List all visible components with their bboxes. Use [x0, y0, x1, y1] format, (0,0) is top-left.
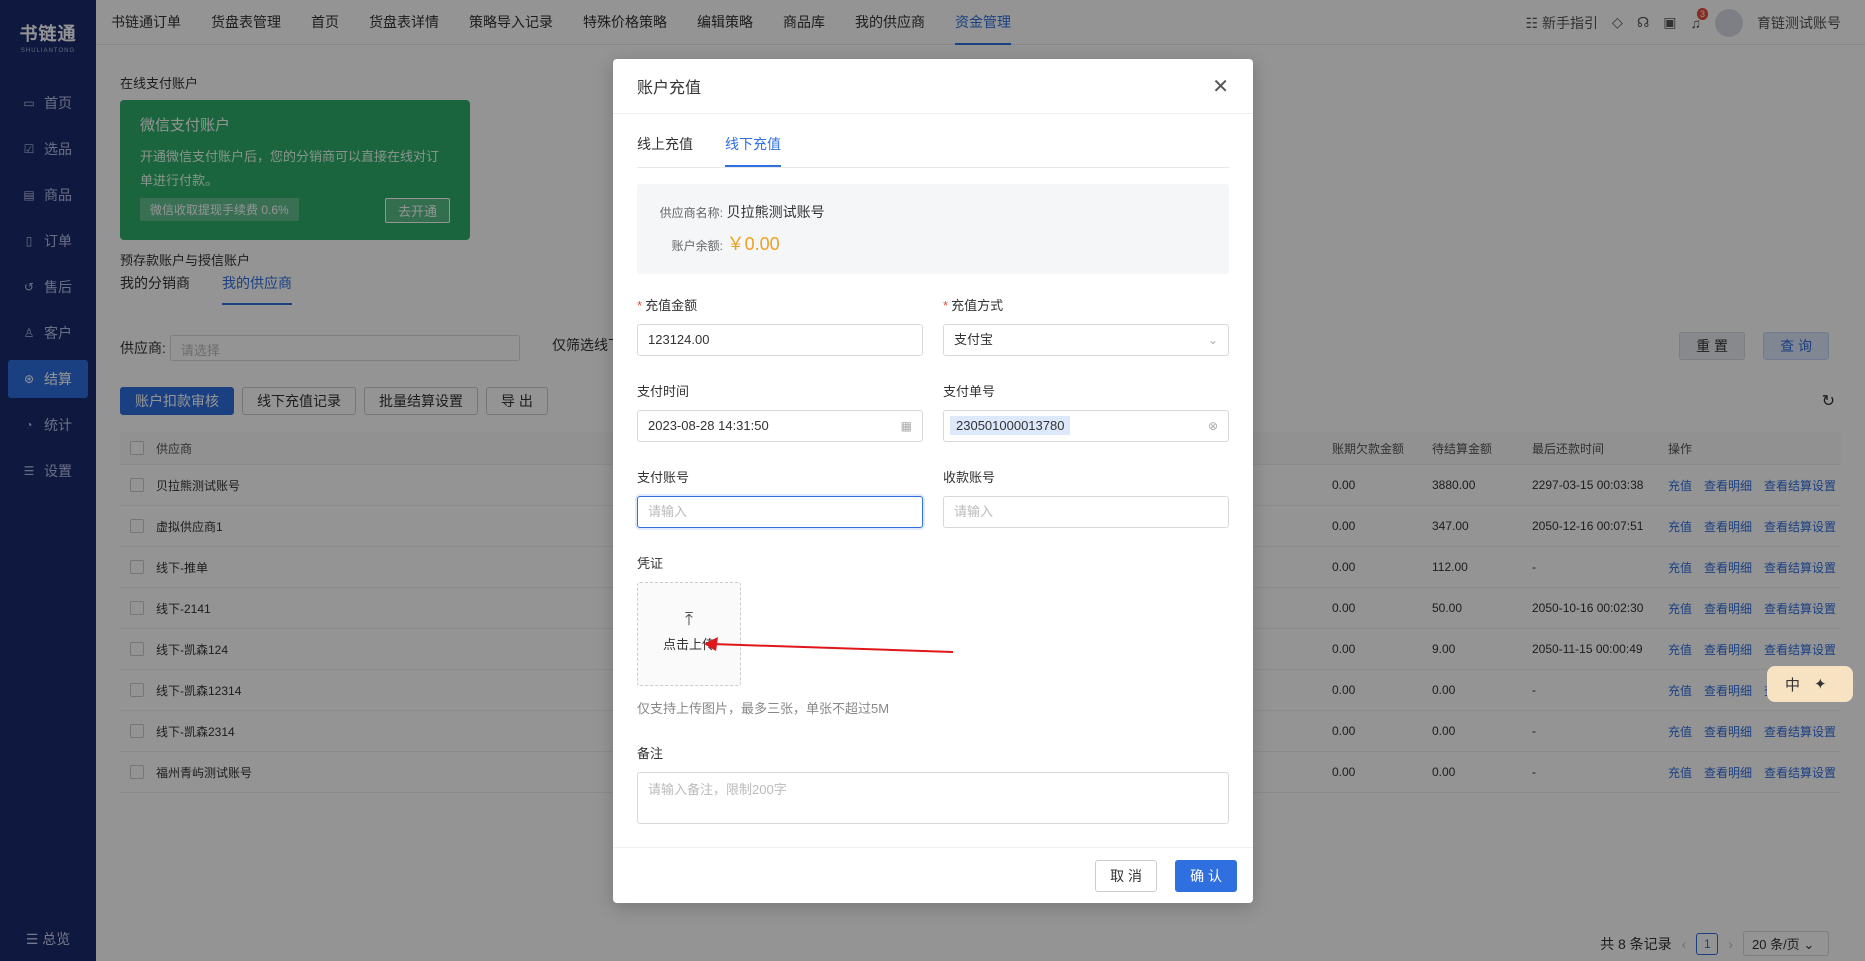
receive-account-label: 收款账号 — [943, 470, 996, 485]
upload-button[interactable]: ⤒ 点击上传 — [637, 582, 741, 686]
amount-label-text: 充值金额 — [645, 298, 698, 313]
supplier-name-label: 供应商名称: — [659, 206, 723, 220]
amount-label: * 充值金额 — [637, 298, 698, 313]
pay-order-input[interactable]: 230501000013780 ⊗ — [943, 410, 1229, 442]
upload-label: 点击上传 — [662, 637, 715, 652]
upload-hint: 仅支持上传图片，最多三张，单张不超过5M — [637, 701, 890, 716]
remark-label: 备注 — [637, 746, 664, 761]
upload-icon: ⤒ — [685, 609, 693, 629]
receive-account-input[interactable]: 请输入 — [943, 496, 1229, 528]
pay-time-field: 支付时间 2023-08-28 14:31:50 ▦ — [637, 381, 923, 442]
remark-field: 备注 — [637, 743, 663, 772]
ime-widget[interactable]: 中 ✦ — [1767, 666, 1853, 702]
pay-order-label: 支付单号 — [943, 384, 996, 399]
modal-header: 账户充值 ✕ — [613, 59, 1253, 114]
method-field: * 充值方式 支付宝 ⌄ — [943, 295, 1229, 356]
pay-time-value: 2023-08-28 14:31:50 — [648, 418, 769, 433]
pay-time-label: 支付时间 — [637, 384, 690, 399]
pay-account-label: 支付账号 — [637, 470, 690, 485]
tab-online-recharge[interactable]: 线上充值 — [637, 134, 693, 167]
tab-offline-recharge[interactable]: 线下充值 — [725, 134, 781, 167]
calendar-icon: ▦ — [900, 419, 912, 433]
pay-account-input[interactable]: 请输入 — [637, 496, 923, 528]
modal-footer: 取 消 确 认 — [613, 847, 1253, 903]
amount-input[interactable]: 123124.00 — [637, 324, 923, 356]
method-label-text: 充值方式 — [951, 298, 1004, 313]
amount-field: * 充值金额 123124.00 — [637, 295, 923, 356]
balance-value: ￥0.00 — [726, 234, 780, 254]
remark-textarea[interactable]: 请输入备注，限制200字 — [637, 772, 1229, 824]
voucher-field: 凭证 — [637, 553, 663, 582]
recharge-modal: 账户充值 ✕ 线上充值 线下充值 供应商名称: 贝拉熊测试账号 账户余额: ￥0… — [613, 59, 1253, 903]
voucher-label: 凭证 — [637, 556, 664, 571]
supplier-info: 供应商名称: 贝拉熊测试账号 账户余额: ￥0.00 — [637, 184, 1229, 274]
shirt-icon: ✦ — [1814, 676, 1827, 693]
pay-order-field: 支付单号 230501000013780 ⊗ — [943, 381, 1229, 442]
pay-account-field: 支付账号 请输入 — [637, 467, 923, 528]
method-select[interactable]: 支付宝 ⌄ — [943, 324, 1229, 356]
balance-label: 账户余额: — [671, 239, 723, 253]
method-label: * 充值方式 — [943, 298, 1004, 313]
modal-tabs: 线上充值 线下充值 — [637, 134, 1229, 168]
receive-account-field: 收款账号 请输入 — [943, 467, 1229, 528]
modal-title: 账户充值 — [637, 80, 702, 97]
confirm-button[interactable]: 确 认 — [1175, 860, 1237, 892]
method-value: 支付宝 — [954, 332, 994, 347]
cancel-button[interactable]: 取 消 — [1095, 860, 1157, 892]
ime-label: 中 — [1785, 676, 1801, 694]
clear-icon[interactable]: ⊗ — [1208, 411, 1218, 441]
close-icon[interactable]: ✕ — [1212, 74, 1229, 99]
pay-order-value: 230501000013780 — [950, 416, 1071, 435]
pay-time-input[interactable]: 2023-08-28 14:31:50 ▦ — [637, 410, 923, 442]
supplier-name-value: 贝拉熊测试账号 — [726, 204, 825, 220]
chevron-down-icon: ⌄ — [1207, 333, 1218, 347]
